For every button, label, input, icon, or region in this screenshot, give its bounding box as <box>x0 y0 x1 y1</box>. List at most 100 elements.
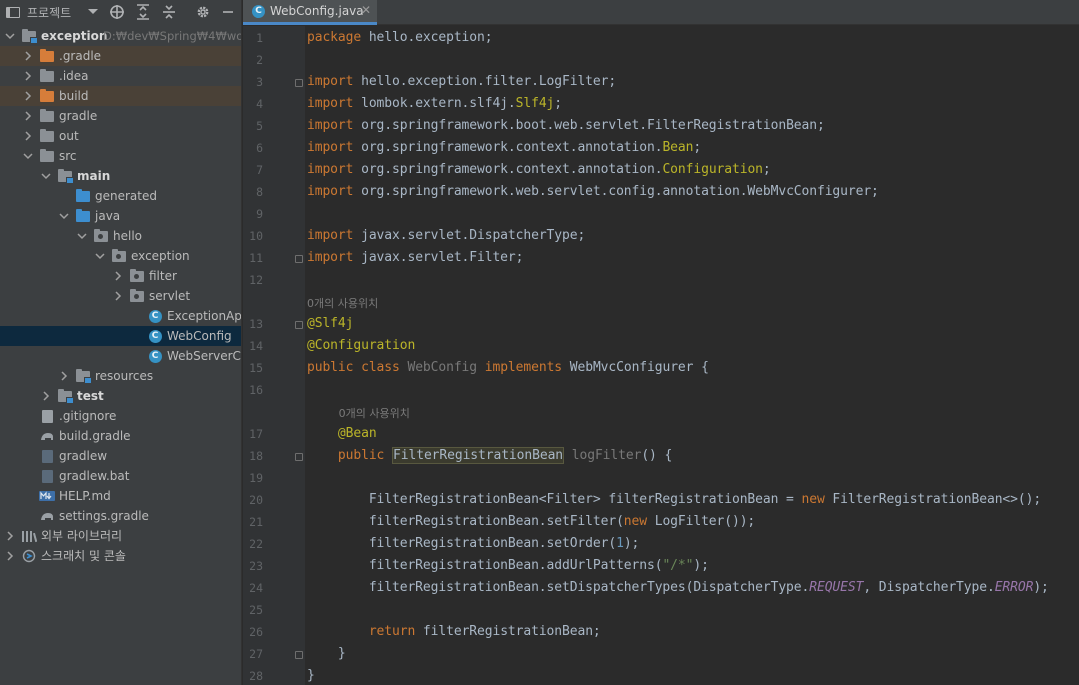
code-line[interactable]: return filterRegistrationBean; <box>307 624 601 639</box>
select-opened-file-icon[interactable] <box>109 3 125 21</box>
collapse-all-icon[interactable] <box>162 3 176 21</box>
gear-icon[interactable] <box>195 3 211 21</box>
line-number[interactable]: 19 <box>243 471 263 485</box>
tree-item-src[interactable]: src <box>0 146 241 166</box>
tree-item-build-gradle[interactable]: build.gradle <box>0 426 241 446</box>
chevron-right-icon[interactable] <box>113 266 123 286</box>
chevron-down-icon[interactable] <box>77 226 87 246</box>
hide-panel-icon[interactable] <box>221 3 235 21</box>
line-number[interactable]: 6 <box>243 141 263 155</box>
line-number[interactable]: 25 <box>243 603 263 617</box>
code-line[interactable]: @Slf4j <box>307 316 353 331</box>
line-number[interactable]: 20 <box>243 493 263 507</box>
project-view-title[interactable]: 프로젝트 <box>27 3 71 21</box>
tree-item-filter[interactable]: filter <box>0 266 241 286</box>
line-number[interactable]: 5 <box>243 119 263 133</box>
line-number[interactable]: 28 <box>243 669 263 683</box>
project-view-icon[interactable] <box>6 3 20 21</box>
expand-all-icon[interactable] <box>136 3 150 21</box>
chevron-right-icon[interactable] <box>23 106 33 126</box>
line-number[interactable]: 1 <box>243 31 263 45</box>
tree-item-gradlew[interactable]: gradlew <box>0 446 241 466</box>
tree-item-main[interactable]: main <box>0 166 241 186</box>
tree-item-help-md[interactable]: HELP.md <box>0 486 241 506</box>
fold-marker-icon[interactable] <box>295 255 303 263</box>
chevron-down-icon[interactable] <box>41 166 51 186</box>
chevron-down-icon[interactable] <box>23 146 33 166</box>
code-line[interactable]: import org.springframework.boot.web.serv… <box>307 118 825 133</box>
tree-item-idea[interactable]: .idea <box>0 66 241 86</box>
tree-item-gitignore[interactable]: .gitignore <box>0 406 241 426</box>
line-number[interactable]: 14 <box>243 339 263 353</box>
usage-hint[interactable]: 0개의 사용위치 <box>339 405 410 421</box>
tree-item-out[interactable]: out <box>0 126 241 146</box>
code-line[interactable]: import org.springframework.web.servlet.c… <box>307 184 879 199</box>
code-area[interactable]: package hello.exception; import hello.exc… <box>305 26 1079 685</box>
tree-item-스크래치-및-콘솔[interactable]: 스크래치 및 콘솔 <box>0 546 241 566</box>
tree-item-hello[interactable]: hello <box>0 226 241 246</box>
line-number[interactable]: 13 <box>243 317 263 331</box>
line-number[interactable]: 26 <box>243 625 263 639</box>
tree-item-resources[interactable]: resources <box>0 366 241 386</box>
line-number[interactable]: 9 <box>243 207 263 221</box>
code-line[interactable]: @Configuration <box>307 338 415 353</box>
code-line[interactable]: import hello.exception.filter.LogFilter; <box>307 74 616 89</box>
line-number[interactable]: 18 <box>243 449 263 463</box>
line-number[interactable]: 4 <box>243 97 263 111</box>
tree-item-gradle[interactable]: gradle <box>0 106 241 126</box>
tree-item-servlet[interactable]: servlet <box>0 286 241 306</box>
tree-item-exceptionapplicat[interactable]: C ExceptionApplicat <box>0 306 241 326</box>
tree-item-exception[interactable]: exception <box>0 246 241 266</box>
code-line[interactable]: import lombok.extern.slf4j.Slf4j; <box>307 96 562 111</box>
line-number[interactable]: 12 <box>243 273 263 287</box>
line-number[interactable]: 8 <box>243 185 263 199</box>
code-line[interactable]: filterRegistrationBean.setFilter(new Log… <box>307 514 755 529</box>
usage-hint[interactable]: 0개의 사용위치 <box>307 295 378 311</box>
line-number[interactable]: 17 <box>243 427 263 441</box>
code-line[interactable]: FilterRegistrationBean<Filter> filterReg… <box>307 492 1041 507</box>
line-number[interactable]: 3 <box>243 75 263 89</box>
close-icon[interactable]: ✕ <box>361 3 371 17</box>
code-line[interactable]: } <box>307 668 315 683</box>
code-line[interactable]: filterRegistrationBean.setDispatcherType… <box>307 580 1049 595</box>
tree-item-gradlew-bat[interactable]: gradlew.bat <box>0 466 241 486</box>
line-number[interactable]: 15 <box>243 361 263 375</box>
tree-item-webservercustom[interactable]: C WebServerCustom <box>0 346 241 366</box>
line-number[interactable]: 23 <box>243 559 263 573</box>
code-line[interactable]: public FilterRegistrationBean logFilter(… <box>307 447 672 464</box>
view-dropdown-icon[interactable] <box>87 3 99 21</box>
tree-item-test[interactable]: test <box>0 386 241 406</box>
chevron-right-icon[interactable] <box>5 526 15 546</box>
tree-item-generated[interactable]: generated <box>0 186 241 206</box>
tree-item-gradle[interactable]: .gradle <box>0 46 241 66</box>
code-line[interactable]: filterRegistrationBean.setOrder(1); <box>307 536 640 551</box>
code-line[interactable]: filterRegistrationBean.addUrlPatterns("/… <box>307 558 709 573</box>
line-number[interactable]: 22 <box>243 537 263 551</box>
line-number[interactable]: 11 <box>243 251 263 265</box>
line-number[interactable]: 10 <box>243 229 263 243</box>
chevron-right-icon[interactable] <box>41 386 51 406</box>
line-number[interactable]: 24 <box>243 581 263 595</box>
chevron-right-icon[interactable] <box>59 366 69 386</box>
chevron-right-icon[interactable] <box>23 46 33 66</box>
fold-marker-icon[interactable] <box>295 651 303 659</box>
fold-marker-icon[interactable] <box>295 453 303 461</box>
fold-marker-icon[interactable] <box>295 321 303 329</box>
chevron-down-icon[interactable] <box>5 26 15 46</box>
chevron-down-icon[interactable] <box>59 206 69 226</box>
chevron-right-icon[interactable] <box>23 86 33 106</box>
code-line[interactable]: import javax.servlet.DispatcherType; <box>307 228 585 243</box>
line-number[interactable]: 2 <box>243 53 263 67</box>
chevron-right-icon[interactable] <box>23 126 33 146</box>
code-line[interactable]: public class WebConfig implements WebMvc… <box>307 360 709 375</box>
tree-item-외부-라이브러리[interactable]: 외부 라이브러리 <box>0 526 241 546</box>
chevron-down-icon[interactable] <box>95 246 105 266</box>
line-number[interactable]: 7 <box>243 163 263 177</box>
tree-item-settings-gradle[interactable]: settings.gradle <box>0 506 241 526</box>
code-line[interactable]: import javax.servlet.Filter; <box>307 250 523 265</box>
line-number[interactable]: 27 <box>243 647 263 661</box>
chevron-right-icon[interactable] <box>113 286 123 306</box>
code-line[interactable]: } <box>307 646 346 661</box>
tree-item-webconfig[interactable]: C WebConfig <box>0 326 241 346</box>
tree-item-build[interactable]: build <box>0 86 241 106</box>
